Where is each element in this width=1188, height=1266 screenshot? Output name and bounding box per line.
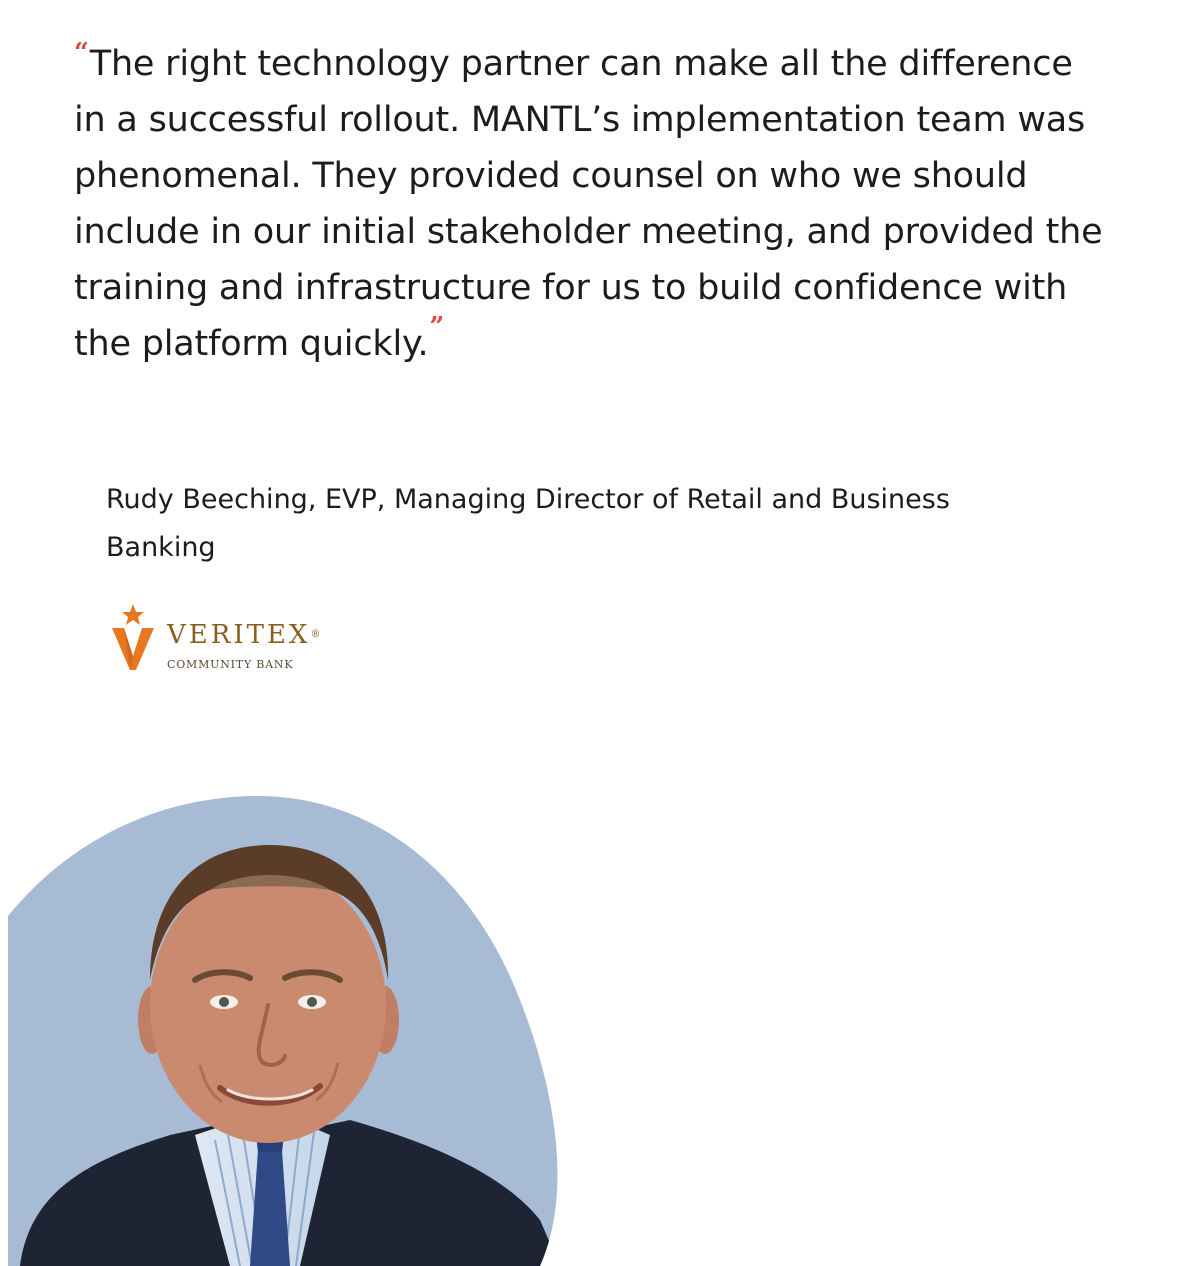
testimonial-attribution: Rudy Beeching, EVP, Managing Director of…	[106, 484, 950, 563]
portrait-photo	[8, 796, 558, 1266]
testimonial-quote-block: “The right technology partner can make a…	[74, 36, 1114, 372]
v-shape	[112, 628, 154, 670]
open-quote-icon: “	[74, 38, 89, 68]
star-v-icon	[112, 604, 154, 670]
close-quote-icon: ”	[429, 312, 445, 342]
star-shape	[122, 604, 144, 625]
logo-subtitle: COMMUNITY BANK	[167, 658, 294, 671]
logo-wordmark: VERITEX®	[167, 620, 321, 650]
testimonial-quote: “The right technology partner can make a…	[74, 36, 1114, 372]
veritex-logo: VERITEX® COMMUNITY BANK	[110, 602, 340, 674]
quote-text: The right technology partner can make al…	[74, 44, 1103, 364]
